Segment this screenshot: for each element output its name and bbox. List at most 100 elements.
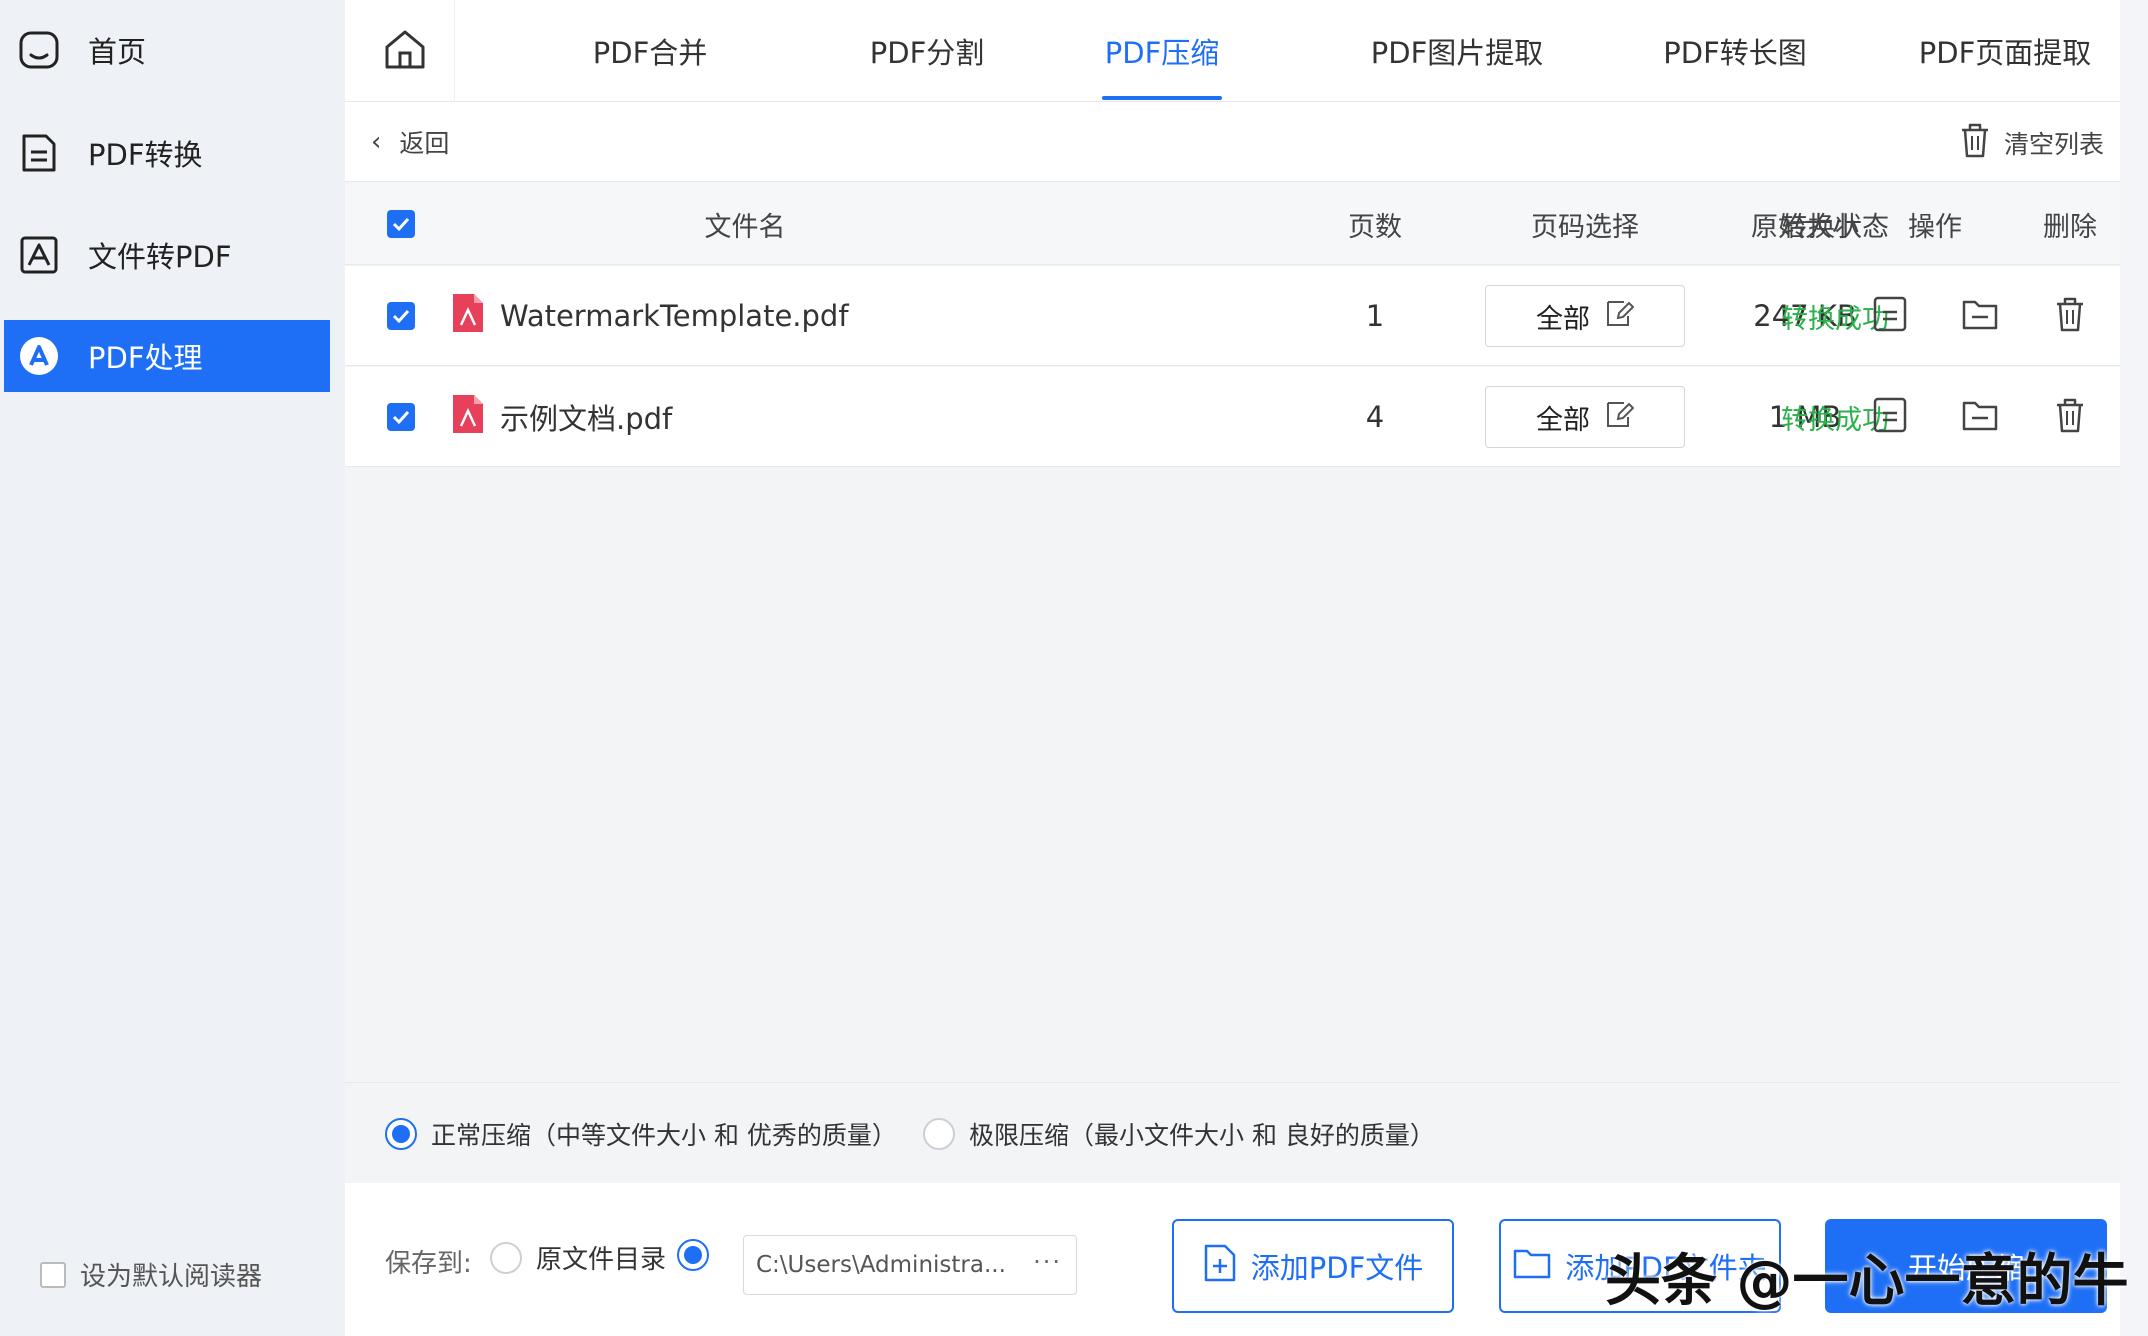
add-pdf-folder-label: 添加PDF文件夹 <box>1565 1251 1767 1285</box>
radio-button[interactable] <box>490 1241 522 1274</box>
header-pages: 页数 <box>1348 211 1402 243</box>
sidebar-item-pdf-tools[interactable]: PDF处理 <box>4 320 330 392</box>
page-select-button[interactable]: 全部 <box>1485 386 1685 448</box>
table-header: 文件名 页数 页码选择 原始大小 转换状态 <box>345 183 2120 265</box>
tab-label: PDF合并 <box>592 36 708 70</box>
check-icon <box>387 403 415 431</box>
home-icon <box>381 25 429 77</box>
tab-pdf-merge[interactable]: PDF合并 <box>550 0 750 102</box>
tab-label: PDF页面提取 <box>1918 36 2092 70</box>
sidebar-item-home[interactable]: 首页 <box>4 14 330 86</box>
bottom-bar: 保存到: 原文件目录 C:\Users\Administra... ··· 添加… <box>345 1183 2120 1336</box>
delete-row-button[interactable] <box>2045 397 2095 437</box>
default-reader-label: 设为默认阅读器 <box>80 1262 263 1292</box>
tab-pdf-image-extract[interactable]: PDF图片提取 <box>1347 0 1567 102</box>
folder-icon <box>1513 1247 1565 1286</box>
header-actions: 操作 <box>1908 211 1962 243</box>
folder-icon <box>1962 298 1998 334</box>
tab-pdf-split[interactable]: PDF分割 <box>827 0 1027 102</box>
open-folder-button[interactable] <box>1955 397 2005 437</box>
add-pdf-folder-button[interactable]: 添加PDF文件夹 <box>1499 1219 1781 1313</box>
tab-pdf-page-extract[interactable]: PDF页面提取 <box>1895 0 2115 102</box>
option-label: 正常压缩（中等文件大小 和 优秀的质量） <box>431 1121 897 1150</box>
radio-button[interactable] <box>385 1118 417 1150</box>
main-panel: PDF合并 PDF分割 PDF压缩 PDF图片提取 PDF转长图 PDF页面提取… <box>345 0 2120 1336</box>
compression-options: 正常压缩（中等文件大小 和 优秀的质量） 极限压缩（最小文件大小 和 良好的质量… <box>345 1082 2120 1182</box>
tab-label: PDF转长图 <box>1663 36 1807 70</box>
trash-icon <box>1960 122 2004 164</box>
edit-icon <box>1590 298 1635 335</box>
tab-bar: PDF合并 PDF分割 PDF压缩 PDF图片提取 PDF转长图 PDF页面提取 <box>345 0 2120 102</box>
document-convert-icon <box>16 130 62 176</box>
folder-icon <box>1962 399 1998 435</box>
select-all-checkbox[interactable] <box>381 183 421 265</box>
pdf-file-icon <box>450 292 486 341</box>
custom-dir-option[interactable] <box>677 1239 723 1271</box>
check-icon <box>387 210 415 238</box>
normal-compress-option[interactable]: 正常压缩（中等文件大小 和 优秀的质量） <box>385 1116 897 1152</box>
pdf-file-icon <box>450 393 486 442</box>
document-icon <box>1873 397 1907 437</box>
original-dir-label: 原文件目录 <box>536 1245 667 1275</box>
start-compress-button[interactable]: 开始压缩 <box>1825 1219 2107 1313</box>
original-dir-option[interactable]: 原文件目录 <box>490 1239 666 1276</box>
open-folder-button[interactable] <box>1955 296 2005 336</box>
open-file-button[interactable] <box>1865 296 1915 336</box>
tab-label: PDF分割 <box>869 36 985 70</box>
file-name-cell: 示例文档.pdf <box>450 367 1010 467</box>
output-path: C:\Users\Administra... <box>756 1252 1006 1278</box>
check-icon <box>387 302 415 330</box>
page-count: 1 <box>1365 299 1385 333</box>
radio-button[interactable] <box>677 1239 709 1271</box>
sidebar-item-label: 首页 <box>88 35 147 69</box>
option-label: 极限压缩（最小文件大小 和 良好的质量） <box>969 1121 1435 1150</box>
clear-list-label: 清空列表 <box>2003 130 2104 159</box>
sidebar-item-label: PDF转换 <box>88 138 203 172</box>
header-page-select: 页码选择 <box>1531 211 1639 243</box>
trash-icon <box>2055 296 2085 336</box>
save-to-label: 保存到: <box>385 1249 472 1279</box>
radio-button[interactable] <box>923 1118 955 1150</box>
delete-row-button[interactable] <box>2045 296 2095 336</box>
header-delete: 删除 <box>2043 211 2097 243</box>
tab-label: PDF图片提取 <box>1370 36 1544 70</box>
home-icon <box>16 27 62 73</box>
default-reader-checkbox[interactable]: 设为默认阅读器 <box>40 1256 262 1293</box>
row-checkbox[interactable] <box>381 367 421 467</box>
add-pdf-file-button[interactable]: 添加PDF文件 <box>1172 1219 1454 1313</box>
file-name: 示例文档.pdf <box>500 402 673 436</box>
page-select-cell: 全部 <box>1475 367 1695 467</box>
page-select-value: 全部 <box>1536 404 1590 436</box>
back-button[interactable]: ‹ 返回 <box>371 124 449 160</box>
add-file-icon <box>1203 1243 1251 1290</box>
edit-icon <box>1590 399 1635 436</box>
sidebar-item-pdf-convert[interactable]: PDF转换 <box>4 117 330 189</box>
output-path-field[interactable]: C:\Users\Administra... ··· <box>743 1235 1077 1295</box>
page-select-button[interactable]: 全部 <box>1485 285 1685 347</box>
row-checkbox[interactable] <box>381 266 421 366</box>
open-file-button[interactable] <box>1865 397 1915 437</box>
list-toolbar: ‹ 返回 清空列表 <box>345 102 2120 182</box>
back-label: 返回 <box>399 129 450 158</box>
checkbox-box[interactable] <box>40 1261 66 1288</box>
home-tab-button[interactable] <box>355 0 455 102</box>
trash-icon <box>2055 397 2085 437</box>
tab-pdf-to-long-image[interactable]: PDF转长图 <box>1635 0 1835 102</box>
page-count: 4 <box>1365 400 1385 434</box>
add-pdf-file-label: 添加PDF文件 <box>1250 1251 1424 1285</box>
browse-more-icon[interactable]: ··· <box>1033 1248 1062 1276</box>
page-select-cell: 全部 <box>1475 266 1695 366</box>
sidebar-item-label: PDF处理 <box>88 341 203 375</box>
pdf-tools-icon <box>16 333 62 379</box>
file-name: WatermarkTemplate.pdf <box>500 299 849 333</box>
table-row: WatermarkTemplate.pdf 1 全部 247 KB 转换成功 <box>345 266 2120 366</box>
sidebar-item-label: 文件转PDF <box>88 240 232 274</box>
tab-label: PDF压缩 <box>1104 36 1220 70</box>
extreme-compress-option[interactable]: 极限压缩（最小文件大小 和 良好的质量） <box>923 1116 1435 1152</box>
tab-pdf-compress[interactable]: PDF压缩 <box>1102 0 1222 102</box>
document-icon <box>1873 296 1907 336</box>
sidebar-item-file-to-pdf[interactable]: 文件转PDF <box>4 219 330 291</box>
chevron-left-icon: ‹ <box>371 127 382 157</box>
sidebar: 首页 PDF转换 文件转PDF PDF处理 设为默认阅读器 <box>0 0 345 1336</box>
clear-list-button[interactable]: 清空列表 <box>1960 122 2104 164</box>
